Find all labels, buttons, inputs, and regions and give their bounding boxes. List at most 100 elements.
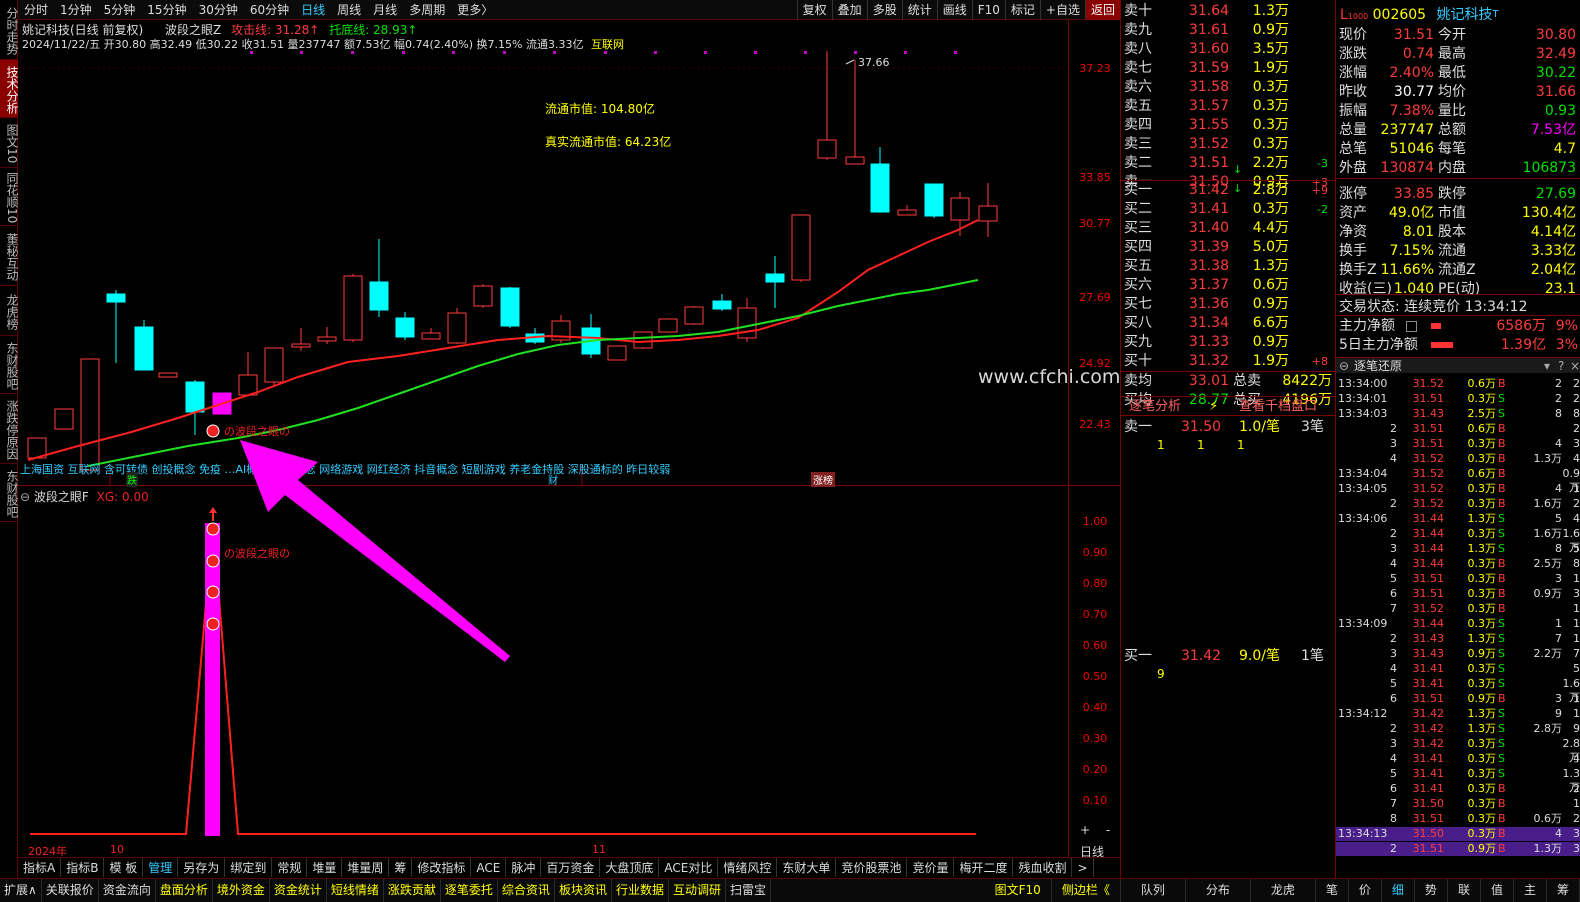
sub-indicator-chart[interactable]: ⊖ 波段之眼F XG: 0.00 1.00 0.90 0.80 0.70 0.60 0.5…	[18, 487, 1120, 859]
book-row[interactable]: 买八 31.34 6.6万	[1121, 314, 1335, 333]
sub-settings-icon[interactable]: ⊖	[20, 490, 30, 504]
period-tab-5[interactable]: 60分钟	[244, 0, 295, 20]
indicator-tab-11[interactable]: ACE	[471, 858, 507, 877]
toolbar-btn-7[interactable]: +自选	[1039, 0, 1085, 20]
book-row[interactable]: 卖九 31.61 0.9万	[1121, 21, 1335, 40]
toolbar-btn-6[interactable]: 标记	[1004, 0, 1040, 20]
candle-body[interactable]	[500, 287, 520, 327]
bottom-tab-4[interactable]: 境外资金	[213, 879, 270, 902]
candle-body[interactable]	[845, 156, 865, 165]
chart-icon[interactable]	[1406, 321, 1417, 332]
indicator-tab-14[interactable]: 大盘顶底	[600, 858, 660, 877]
candle-body[interactable]	[897, 209, 917, 216]
toolbar-btn-5[interactable]: F10	[971, 0, 1005, 20]
indicator-tab-0[interactable]: 指标A	[18, 858, 62, 877]
toolbar-btn-3[interactable]: 统计	[901, 0, 937, 20]
indicator-tab-3[interactable]: 管理	[143, 858, 179, 877]
indicator-tab-18[interactable]: 竞价股票池	[836, 858, 908, 877]
book-row[interactable]: 买六 31.37 0.6万	[1121, 276, 1335, 295]
bottom-tab-9[interactable]: 综合资讯	[498, 879, 555, 902]
close-icon[interactable]: ×	[1570, 358, 1580, 374]
bottom-tab-0[interactable]: 扩展∧	[0, 879, 42, 902]
candle-body[interactable]	[343, 275, 363, 341]
bottom-tab-3[interactable]: 盘面分析	[156, 879, 213, 902]
help-icon[interactable]: ?	[1558, 358, 1564, 374]
bottom-tab-10[interactable]: 板块资讯	[555, 879, 612, 902]
period-tab-9[interactable]: 多周期	[403, 0, 451, 20]
bottom-right-tab-10[interactable]: 值	[1481, 879, 1514, 902]
indicator-tab-21[interactable]: 残血收割	[1013, 858, 1073, 877]
candle-body[interactable]	[106, 293, 126, 303]
book-row[interactable]: 买九 31.33 0.9万	[1121, 333, 1335, 352]
bottom-right-tab-4[interactable]: 龙虎	[1251, 879, 1316, 902]
tick-analysis-tab[interactable]: 逐笔分析	[1129, 397, 1181, 416]
book-row[interactable]: 买七 31.36 0.9万	[1121, 295, 1335, 314]
period-tab-4[interactable]: 30分钟	[193, 0, 244, 20]
candle-body[interactable]	[369, 281, 389, 311]
period-tab-10[interactable]: 更多〉	[451, 0, 499, 20]
zoom-plus-button[interactable]: +	[1080, 823, 1090, 837]
sub-indicator-svg[interactable]	[18, 487, 1120, 857]
left-tab-0[interactable]: 分时走势	[0, 0, 19, 60]
book-row[interactable]: 卖七 31.59 1.9万	[1121, 59, 1335, 78]
left-tab-4[interactable]: 董秘互动	[0, 226, 19, 286]
bottom-tab-6[interactable]: 短线情绪	[327, 879, 384, 902]
candle-body[interactable]	[633, 331, 653, 349]
bottom-tab-12[interactable]: 互动调研	[669, 879, 726, 902]
book-row[interactable]: 买五 31.38 1.3万	[1121, 257, 1335, 276]
book-row[interactable]: 卖六 31.58 0.3万	[1121, 78, 1335, 97]
candle-body[interactable]	[395, 317, 415, 338]
bottom-right-tab-6[interactable]: 价	[1349, 879, 1382, 902]
candle-body[interactable]	[791, 214, 811, 281]
bottom-tab-13[interactable]: 扫雷宝	[726, 879, 771, 902]
bottom-right-tab-9[interactable]: 联	[1448, 879, 1481, 902]
indicator-tab-10[interactable]: 修改指标	[412, 858, 472, 877]
buy1-detail[interactable]: 买一 31.42 9.0/笔 1笔	[1121, 647, 1335, 666]
indicator-tab-4[interactable]: 另存为	[178, 858, 226, 877]
period-tab-3[interactable]: 15分钟	[141, 0, 192, 20]
indicator-tab-15[interactable]: ACE对比	[659, 858, 719, 877]
candle-body[interactable]	[765, 273, 785, 283]
candle-body[interactable]	[870, 163, 890, 213]
candle-body[interactable]	[712, 300, 732, 310]
bottom-right-tab-2[interactable]: 队列	[1121, 879, 1186, 902]
candle-body[interactable]	[238, 374, 258, 396]
indicator-tab-17[interactable]: 东财大单	[777, 858, 837, 877]
left-tab-5[interactable]: 龙虎榜	[0, 286, 19, 336]
indicator-tab-1[interactable]: 指标B	[61, 858, 105, 877]
kline-svg[interactable]	[18, 20, 1120, 486]
period-tab-1[interactable]: 1分钟	[54, 0, 98, 20]
bottom-right-tab-12[interactable]: 筹	[1547, 879, 1580, 902]
bottom-tab-5[interactable]: 资金统计	[270, 879, 327, 902]
period-tab-2[interactable]: 5分钟	[98, 0, 142, 20]
period-tab-8[interactable]: 月线	[367, 0, 403, 20]
left-tab-7[interactable]: 涨跌停原因	[0, 394, 19, 464]
candle-body[interactable]	[134, 326, 154, 371]
bottom-right-tab-5[interactable]: 笔	[1316, 879, 1349, 902]
toolbar-btn-1[interactable]: 叠加	[831, 0, 867, 20]
period-tab-7[interactable]: 周线	[331, 0, 367, 20]
book-row[interactable]: 买十 31.32 1.9万 +8	[1121, 352, 1335, 371]
thousand-level-tab[interactable]: 查看千档盘口	[1239, 397, 1317, 416]
indicator-name[interactable]: 波段之眼Z	[165, 23, 221, 37]
book-row[interactable]: 买一 31.42 2.8万 +9	[1121, 181, 1335, 200]
indicator-tab-2[interactable]: 模 板	[104, 858, 144, 877]
concept-tags[interactable]: 上海国资 互联网 含可转债 创投概念 免疫 …AI概念 博彩概念 网络游戏 网红…	[20, 461, 1060, 477]
candle-body[interactable]	[291, 343, 311, 348]
candle-body[interactable]	[421, 332, 441, 340]
bottom-tab-11[interactable]: 行业数据	[612, 879, 669, 902]
toolbar-btn-0[interactable]: 复权	[796, 0, 832, 20]
sector-label[interactable]: 互联网	[591, 38, 624, 51]
book-row[interactable]: 卖十 31.64 1.3万	[1121, 2, 1335, 21]
candle-body[interactable]	[924, 183, 944, 217]
left-tab-8[interactable]: 东财股吧	[0, 464, 19, 522]
bottom-right-tab-3[interactable]: 分布	[1186, 879, 1251, 902]
candle-body[interactable]	[473, 285, 493, 307]
candle-body[interactable]	[607, 345, 627, 361]
indicator-tab-16[interactable]: 情绪风控	[718, 858, 778, 877]
book-row[interactable]: 卖三 31.52 0.3万	[1121, 135, 1335, 154]
bottom-tab-8[interactable]: 逐笔委托	[441, 879, 498, 902]
indicator-tab-9[interactable]: 筹	[389, 858, 413, 877]
book-row[interactable]: 卖八 31.60 3.5万	[1121, 40, 1335, 59]
book-row[interactable]: 买三 31.40 4.4万	[1121, 219, 1335, 238]
